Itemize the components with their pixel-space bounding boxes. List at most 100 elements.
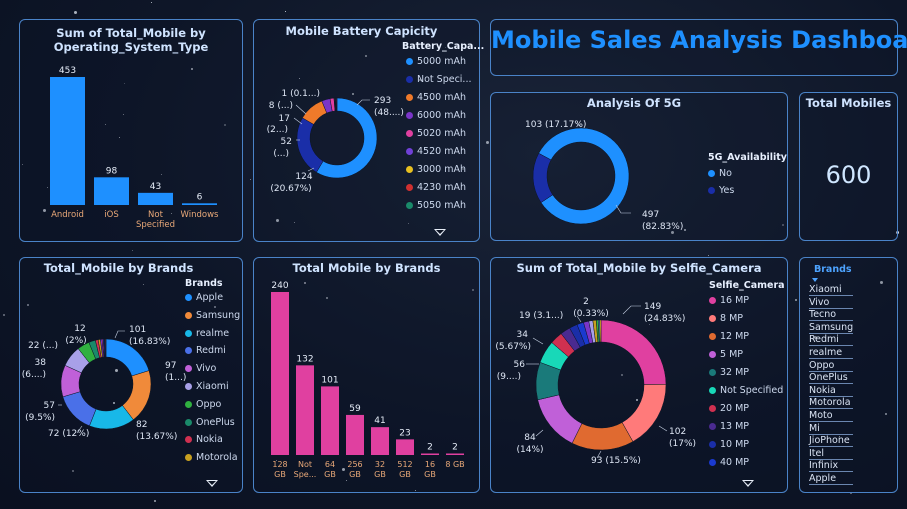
donut-slice[interactable] (538, 127, 630, 225)
data-label: 497 (642, 210, 659, 220)
os-bar-chart-panel[interactable]: Sum of Total_Mobile by Operating_System_… (19, 19, 243, 242)
bar[interactable] (421, 453, 439, 456)
legend-item[interactable]: Apple (185, 292, 223, 304)
legend-item[interactable]: 3000 mAh (406, 164, 466, 176)
category-tick-label: GB (374, 470, 386, 479)
legend-item[interactable]: Samsung (185, 310, 240, 322)
legend-item[interactable]: No (708, 168, 732, 180)
legend-item[interactable]: Yes (708, 185, 734, 197)
storage-bar-chart-panel[interactable]: Total Mobile by Brands 240 128 GB 132 Not Spe… (253, 257, 480, 493)
donut-slice[interactable] (600, 319, 667, 385)
legend-marker-icon (709, 315, 716, 322)
bar[interactable] (296, 365, 314, 455)
data-label: 22 (...) (28, 341, 58, 351)
legend-item[interactable]: 16 MP (709, 295, 749, 307)
donut-slice[interactable] (571, 422, 634, 451)
brands-donut-panel[interactable]: Total_Mobile by Brands 101 (16.83%) 97 (1..… (19, 257, 243, 493)
category-tick-label: iOS (104, 210, 118, 220)
legend-item[interactable]: Motorola (185, 452, 238, 464)
legend-label: OnePlus (196, 416, 235, 428)
bar[interactable] (138, 192, 173, 205)
donut-slice[interactable] (621, 384, 667, 442)
legend-item[interactable]: 20 MP (709, 403, 749, 415)
star (284, 10, 286, 12)
legend-item[interactable]: 10 MP (709, 439, 749, 451)
category-tick-label: GB (324, 470, 336, 479)
legend-marker-icon (709, 405, 716, 412)
legend-marker-icon (185, 400, 192, 408)
slicer-sort-icon[interactable] (812, 278, 818, 282)
category-tick-label: 8 GB (445, 460, 464, 469)
legend-item[interactable]: Xiaomi (185, 381, 229, 393)
legend-marker-icon (185, 418, 192, 426)
legend-item[interactable]: Not Specified (709, 385, 783, 397)
legend-item[interactable]: 5020 mAh (406, 128, 466, 140)
legend-marker-icon (185, 294, 192, 301)
category-tick-label: Spe... (294, 470, 317, 479)
legend-label: 32 MP (720, 367, 750, 378)
leader-line (532, 337, 544, 345)
legend-item[interactable]: 8 MP (709, 313, 743, 325)
legend-item[interactable]: 4500 mAh (406, 92, 466, 104)
legend-item[interactable]: 6000 mAh (406, 110, 466, 122)
legend-label: 5 MP (720, 349, 743, 360)
legend-label: Oppo (196, 398, 222, 410)
battery-donut-panel[interactable]: Mobile Battery Capicity 293 (48....) 124 (2… (253, 19, 484, 242)
legend-marker-icon (406, 58, 413, 65)
scroll-down-chevron-icon[interactable] (434, 229, 446, 236)
legend-item[interactable]: Vivo (185, 363, 216, 375)
legend-marker-icon (406, 166, 413, 173)
bar[interactable] (346, 414, 364, 455)
bar[interactable] (271, 292, 289, 455)
bar[interactable] (371, 427, 389, 455)
bar[interactable] (94, 177, 129, 205)
legend-item[interactable]: 13 MP (709, 421, 749, 433)
legend-label: 5020 mAh (417, 128, 466, 139)
legend-item[interactable]: OnePlus (185, 417, 235, 429)
data-label: 17 (279, 114, 290, 124)
legend-item[interactable]: Redmi (185, 345, 226, 357)
legend-item[interactable]: 12 MP (709, 331, 749, 343)
total-mobiles-card: Total Mobiles 600 (799, 92, 898, 241)
donut-slice[interactable] (537, 394, 583, 444)
legend-item[interactable]: 5050 mAh (406, 200, 466, 212)
legend-item[interactable]: 4230 mAh (406, 182, 466, 194)
bar[interactable] (321, 386, 339, 455)
bar[interactable] (182, 203, 217, 205)
legend-item[interactable]: 32 MP (709, 367, 749, 379)
legend-marker-icon (406, 94, 413, 101)
legend-item[interactable]: 4520 mAh (406, 146, 466, 158)
bar-value-label: 43 (150, 182, 161, 192)
legend-item[interactable]: 40 MP (709, 457, 749, 469)
5g-legend-title: 5G_Availability (708, 152, 788, 163)
legend-label: realme (196, 327, 230, 339)
donut-slice[interactable] (62, 391, 97, 427)
battery-legend-title: Battery_Capa... (402, 41, 485, 52)
donut-slice[interactable] (599, 319, 602, 343)
category-tick-label: 512 (397, 460, 412, 469)
scroll-down-chevron-icon[interactable] (742, 480, 754, 487)
legend-item[interactable]: Oppo (185, 399, 221, 411)
legend-item[interactable]: Nokia (185, 434, 223, 446)
data-label: 124 (295, 172, 312, 182)
bar[interactable] (446, 453, 464, 456)
5g-donut-panel[interactable]: Analysis Of 5G 497 (82.83%) 103 (17.17%) 5… (490, 92, 788, 241)
bar[interactable] (50, 77, 85, 205)
legend-label: Not Specified (720, 385, 784, 396)
legend-item[interactable]: 5 MP (709, 349, 743, 361)
data-label: (14%) (516, 445, 543, 455)
legend-marker-icon (406, 76, 413, 83)
legend-item[interactable]: 5000 mAh (406, 56, 466, 68)
donut-slice[interactable] (105, 338, 107, 358)
bar[interactable] (396, 439, 414, 455)
legend-item[interactable]: Not Speci... (406, 74, 472, 86)
legend-item[interactable]: realme (185, 328, 229, 340)
donut-slice[interactable] (532, 152, 554, 203)
scroll-down-chevron-icon[interactable] (206, 480, 218, 487)
selfie-donut-panel[interactable]: Sum of Total_Mobile by Selfie_Camera 149… (490, 257, 788, 493)
brand-slicer-panel[interactable]: Brands Xiaomi Vivo Tecno Samsung Redmi realme… (799, 257, 898, 493)
legend-marker-icon (708, 187, 715, 194)
category-tick-label: Not (298, 460, 312, 469)
donut-slice[interactable] (296, 117, 324, 173)
donut-slice[interactable] (336, 97, 338, 112)
